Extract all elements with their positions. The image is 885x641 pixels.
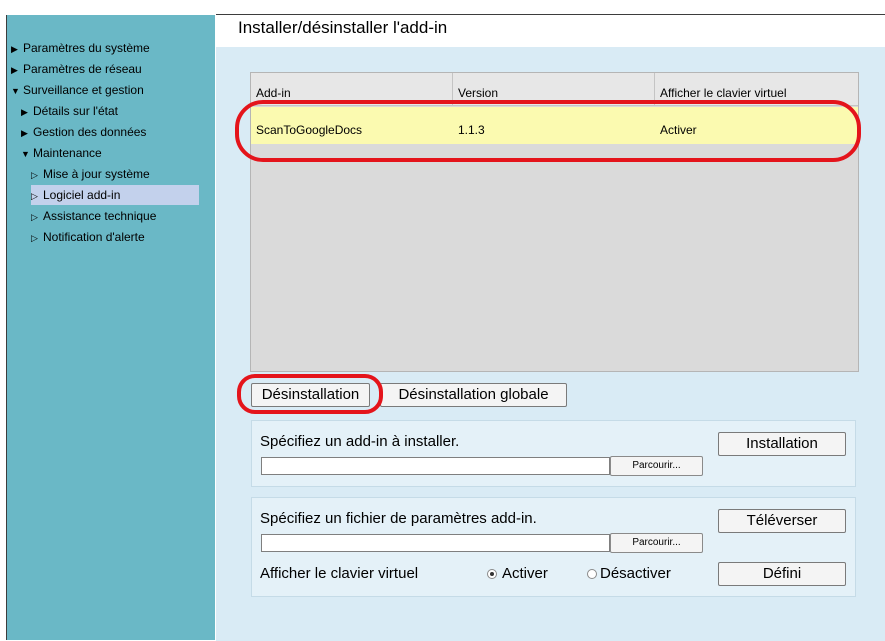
sidebar-item-assistance-technique[interactable]: ▷ Assistance technique xyxy=(31,206,156,226)
bullet-arrow-icon: ▷ xyxy=(31,233,38,243)
install-file-field[interactable] xyxy=(261,457,610,475)
radio-desactiver[interactable] xyxy=(587,569,597,579)
title-bar: Installer/désinstaller l'add-in xyxy=(216,15,885,47)
sidebar-item-maintenance[interactable]: ▼ Maintenance xyxy=(21,143,102,163)
sidebar-item-parametres-systeme[interactable]: ▶ Paramètres du système xyxy=(11,38,150,58)
install-label: Spécifiez un add-in à installer. xyxy=(260,433,460,450)
sidebar-item-label: Mise à jour système xyxy=(43,167,150,181)
settings-panel: Spécifiez un fichier de paramètres add-i… xyxy=(251,497,856,597)
settings-file-field[interactable] xyxy=(261,534,610,552)
sidebar-item-label: Gestion des données xyxy=(33,125,147,139)
sidebar-item-label: Surveillance et gestion xyxy=(23,83,144,97)
radio-desactiver-label[interactable]: Désactiver xyxy=(600,565,671,582)
install-browse-button[interactable]: Parcourir... xyxy=(610,456,703,476)
column-header-add-in[interactable]: Add-in xyxy=(251,73,453,106)
cell-version: 1.1.3 xyxy=(458,123,485,137)
upload-button[interactable]: Téléverser xyxy=(718,509,846,533)
keyboard-label: Afficher le clavier virtuel xyxy=(260,565,419,582)
uninstall-button[interactable]: Désinstallation xyxy=(251,383,370,407)
collapse-arrow-icon: ▼ xyxy=(11,86,20,96)
sidebar-item-label: Maintenance xyxy=(33,146,102,160)
radio-activer[interactable] xyxy=(487,569,497,579)
sidebar-item-details-etat[interactable]: ▶ Détails sur l'état xyxy=(21,101,118,121)
collapse-arrow-icon: ▼ xyxy=(21,149,30,159)
sidebar-item-label: Paramètres du système xyxy=(23,41,150,55)
main-content: Installer/désinstaller l'add-in Add-in V… xyxy=(216,15,885,641)
bullet-arrow-icon: ▷ xyxy=(31,212,38,222)
page-title: Installer/désinstaller l'add-in xyxy=(238,18,448,37)
sidebar-item-notification-alerte[interactable]: ▷ Notification d'alerte xyxy=(31,227,145,247)
sidebar-item-label: Logiciel add-in xyxy=(43,188,121,202)
table-row[interactable]: ScanToGoogleDocs 1.1.3 Activer xyxy=(251,107,858,144)
column-header-version[interactable]: Version xyxy=(453,73,655,106)
settings-browse-button[interactable]: Parcourir... xyxy=(610,533,703,553)
install-button[interactable]: Installation xyxy=(718,432,846,456)
sidebar-item-label: Notification d'alerte xyxy=(43,230,145,244)
radio-activer-label[interactable]: Activer xyxy=(502,565,548,582)
addin-table: Add-in Version Afficher le clavier virtu… xyxy=(250,72,859,372)
expand-arrow-icon: ▶ xyxy=(21,128,28,138)
app-frame: ▶ Paramètres du système ▶ Paramètres de ré… xyxy=(0,0,885,641)
settings-label: Spécifiez un fichier de paramètres add-i… xyxy=(260,510,537,527)
sidebar-item-mise-a-jour[interactable]: ▷ Mise à jour système xyxy=(31,164,150,184)
sidebar-item-parametres-reseau[interactable]: ▶ Paramètres de réseau xyxy=(11,59,142,79)
sidebar-item-gestion-donnees[interactable]: ▶ Gestion des données xyxy=(21,122,146,142)
expand-arrow-icon: ▶ xyxy=(11,44,18,54)
uninstall-all-button[interactable]: Désinstallation globale xyxy=(380,383,567,407)
sidebar-item-label: Assistance technique xyxy=(43,209,157,223)
cell-add-in-name: ScanToGoogleDocs xyxy=(256,123,363,137)
column-header-clavier-virtuel[interactable]: Afficher le clavier virtuel xyxy=(655,73,858,106)
bullet-arrow-icon: ▷ xyxy=(31,170,38,180)
sidebar: ▶ Paramètres du système ▶ Paramètres de ré… xyxy=(6,15,215,640)
expand-arrow-icon: ▶ xyxy=(21,107,28,117)
expand-arrow-icon: ▶ xyxy=(11,65,18,75)
sidebar-item-label: Paramètres de réseau xyxy=(23,62,142,76)
bullet-arrow-icon: ▷ xyxy=(31,191,38,201)
set-button[interactable]: Défini xyxy=(718,562,846,586)
sidebar-item-surveillance-gestion[interactable]: ▼ Surveillance et gestion xyxy=(11,80,144,100)
install-panel: Spécifiez un add-in à installer. Parcour… xyxy=(251,420,856,487)
cell-clavier-virtuel: Activer xyxy=(660,123,697,137)
sidebar-item-logiciel-add-in[interactable]: ▷ Logiciel add-in xyxy=(31,185,199,205)
sidebar-item-label: Détails sur l'état xyxy=(33,104,118,118)
